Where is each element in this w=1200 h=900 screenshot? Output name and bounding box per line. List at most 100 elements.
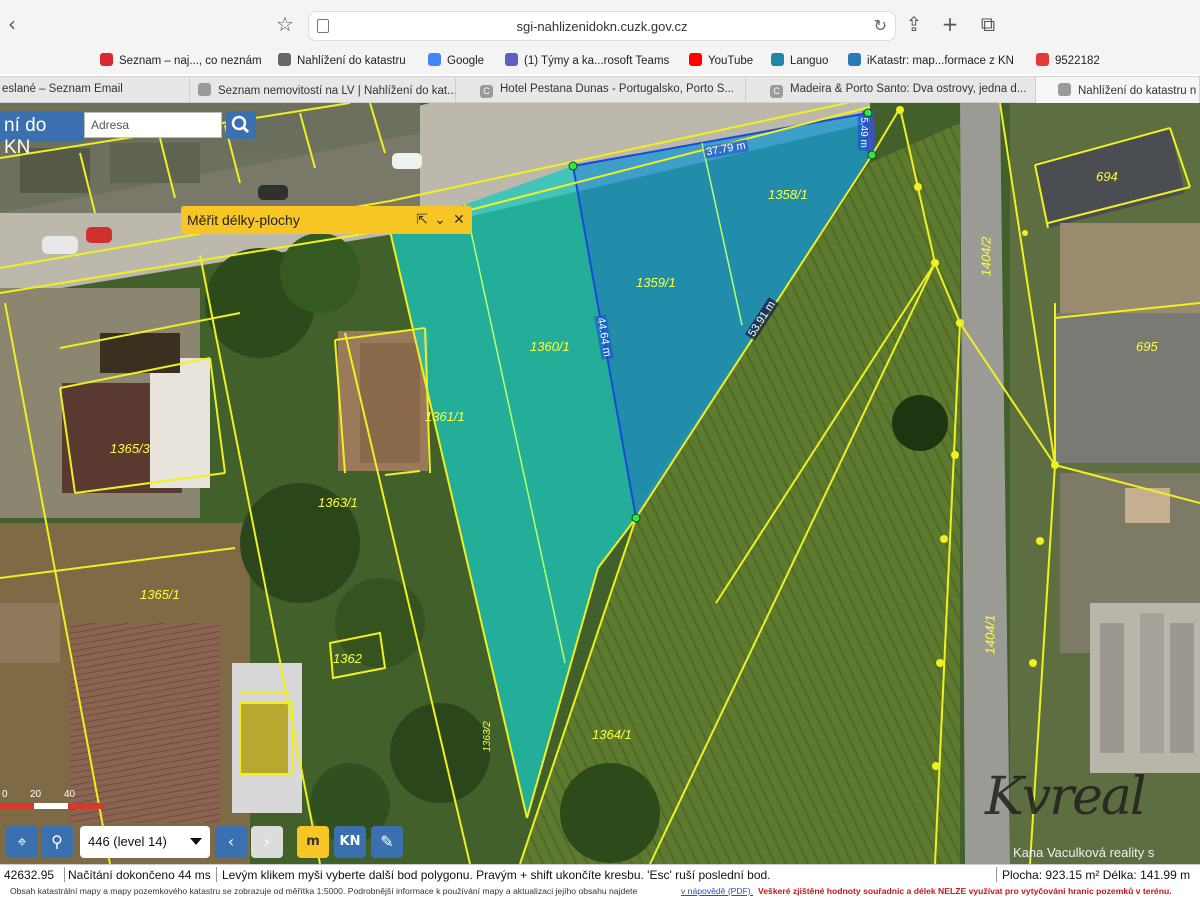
tab-seznam-nemovitosti[interactable]: Seznam nemovitostí na LV | Nahlížení do …	[190, 77, 456, 103]
status-divider	[216, 867, 217, 882]
close-icon[interactable]: ✕	[451, 211, 467, 229]
watermark-logo: Kvreal	[985, 767, 1146, 827]
reload-icon[interactable]: ↻	[874, 16, 887, 35]
parcel-label: 1365/1	[140, 587, 180, 602]
watermark-text: Kana Vaculková reality s	[1013, 845, 1155, 860]
scale-label: 40	[64, 789, 76, 800]
bookmark-favicon	[100, 53, 113, 66]
measurement-right-edge: 5.49 m	[857, 115, 869, 150]
address-url: sgi-nahlizenidokn.cuzk.gov.cz	[516, 19, 688, 34]
parcel-label: 694	[1096, 169, 1118, 184]
bookmark-label: 9522182	[1055, 55, 1100, 67]
tab-label: Seznam nemovitostí na LV | Nahlížení do …	[218, 85, 456, 97]
popout-icon[interactable]: ⇱	[414, 211, 430, 229]
bookmark-youtube[interactable]: YouTube	[689, 53, 753, 67]
bookmark-label: Seznam – naj..., co neznám	[119, 55, 262, 67]
tab-overview-icon[interactable]: ⧉	[976, 12, 1000, 36]
bookmark-languo[interactable]: Languo	[771, 53, 828, 67]
address-search-input[interactable]	[84, 112, 222, 138]
comment-icon[interactable]: ✎	[371, 826, 403, 858]
zoom-level-value: 446 (level 14)	[88, 834, 167, 849]
bookmark-favicon	[689, 53, 702, 66]
scale-label: 20	[30, 789, 42, 800]
browser-toolbar: ‹ ☆ sgi-nahlizenidokn.cuzk.gov.cz ↻ ⇪ + …	[0, 0, 1200, 48]
bookmark-favicon	[771, 53, 784, 66]
tab-favicon	[1058, 83, 1071, 96]
tab-label: eslané – Seznam Email	[2, 83, 123, 95]
cadastral-map[interactable]: 37.79 m 5.49 m 44.64 m 53.91 m 1358/1 13…	[0, 103, 1200, 864]
status-bar: 42632.95 Načítání dokončeno 44 ms Levým …	[0, 864, 1200, 884]
bookmark-google[interactable]: Google	[428, 53, 484, 67]
tab-label: Madeira & Porto Santo: Dva ostrovy, jedn…	[790, 83, 1027, 95]
bookmark-favicon	[1036, 53, 1049, 66]
tab-madeira[interactable]: C Madeira & Porto Santo: Dva ostrovy, jed…	[746, 77, 1036, 103]
bookmark-label: Languo	[790, 55, 829, 67]
browser-window: ‹ ☆ sgi-nahlizenidokn.cuzk.gov.cz ↻ ⇪ + …	[0, 0, 1200, 900]
bookmark-9522182[interactable]: 9522182	[1036, 53, 1100, 67]
share-icon[interactable]: ⇪	[902, 12, 926, 36]
bookmark-label: iKatastr: map...formace z KN	[867, 55, 1014, 67]
status-coordinates: 42632.95	[4, 868, 55, 882]
address-bar[interactable]: sgi-nahlizenidokn.cuzk.gov.cz ↻	[308, 11, 896, 41]
watermark: Kvreal Kana Vaculková reality s	[985, 767, 1154, 860]
orthophoto-background	[0, 103, 1200, 864]
scale-bar	[0, 803, 104, 809]
footer-warning: Veškeré zjištěné hodnoty souřadnic a dél…	[758, 886, 1172, 896]
measure-panel-title: Měřit délky-plochy	[187, 212, 300, 228]
parcel-label: 1404/1	[982, 614, 998, 655]
tab-strip: eslané – Seznam Email Seznam nemovitostí…	[0, 76, 1200, 103]
bookmark-label: Nahlížení do katastru	[297, 55, 406, 67]
measure-panel: Měřit délky-plochy ⇱ ⌄ ✕	[181, 206, 472, 234]
bookmark-label: Google	[447, 55, 485, 67]
star-icon[interactable]: ☆	[273, 12, 297, 36]
search-icon	[231, 115, 250, 134]
bookmark-teams[interactable]: (1) Týmy a ka...rosoft Teams	[505, 53, 669, 67]
bookmark-ikatastr[interactable]: iKatastr: map...formace z KN	[848, 53, 1014, 67]
tab-hotel-pestana[interactable]: C Hotel Pestana Dunas - Portugalsko, Port…	[456, 77, 746, 103]
parcel-label: 1359/1	[636, 275, 676, 290]
tab-favicon: C	[770, 85, 783, 98]
status-measure-result: Plocha: 923.15 m² Délka: 141.99 m	[1002, 868, 1191, 882]
search-button[interactable]	[226, 111, 256, 139]
scale-label: 0	[2, 789, 8, 800]
chevron-left-icon[interactable]: ‹	[0, 12, 24, 36]
status-hint: Levým klikem myši vyberte další bod poly…	[222, 868, 771, 882]
parcel-label: 1365/3	[110, 441, 150, 456]
footer-text: Obsah katastrální mapy a mapy pozemkovéh…	[10, 886, 638, 896]
status-divider	[996, 867, 997, 882]
tab-nahlizeni-active[interactable]: Nahlížení do katastru n	[1036, 77, 1200, 103]
map-pin-icon[interactable]: ⚲	[41, 826, 73, 858]
tab-seznam-email[interactable]: eslané – Seznam Email	[0, 77, 190, 103]
bookmark-nahlizeni[interactable]: Nahlížení do katastru	[278, 53, 406, 67]
bookmark-label: (1) Týmy a ka...rosoft Teams	[524, 55, 670, 67]
parcel-label: 1404/2	[978, 236, 994, 277]
chevron-right-icon[interactable]: ›	[251, 826, 283, 858]
chevron-down-icon	[190, 838, 202, 845]
parcel-label: 1363/2	[481, 721, 493, 752]
help-pdf-link[interactable]: v nápovědě (PDF).	[681, 886, 753, 896]
measure-tool-icon[interactable]: m	[297, 826, 329, 858]
new-tab-icon[interactable]: +	[938, 12, 962, 36]
parcel-label: 1363/1	[318, 495, 358, 510]
parcel-label: 1362	[333, 651, 362, 666]
zoom-level-select[interactable]: 446 (level 14)	[80, 826, 210, 858]
parcel-label: 1360/1	[530, 339, 570, 354]
app-title: ní do KN	[0, 111, 84, 158]
parcel-label: 1364/1	[592, 727, 632, 742]
bookmark-favicon	[848, 53, 861, 66]
bookmark-seznam[interactable]: Seznam – naj..., co neznám	[100, 53, 262, 67]
status-divider	[64, 867, 65, 882]
chevron-left-icon[interactable]: ‹	[215, 826, 247, 858]
bookmarks-bar: Seznam – naj..., co neznám Nahlížení do …	[0, 48, 1200, 74]
bookmark-label: YouTube	[708, 55, 754, 67]
locate-icon[interactable]: ⌖	[6, 826, 38, 858]
bookmark-favicon	[505, 53, 518, 66]
bookmark-favicon	[428, 53, 441, 66]
tab-label: Hotel Pestana Dunas - Portugalsko, Porto…	[500, 83, 734, 95]
tab-label: Nahlížení do katastru n	[1078, 85, 1197, 97]
collapse-icon[interactable]: ⌄	[432, 211, 448, 229]
parcel-label: 695	[1136, 339, 1158, 354]
tab-favicon	[198, 83, 211, 96]
kn-layer-icon[interactable]: KN	[334, 826, 366, 858]
tab-favicon: C	[480, 85, 493, 98]
